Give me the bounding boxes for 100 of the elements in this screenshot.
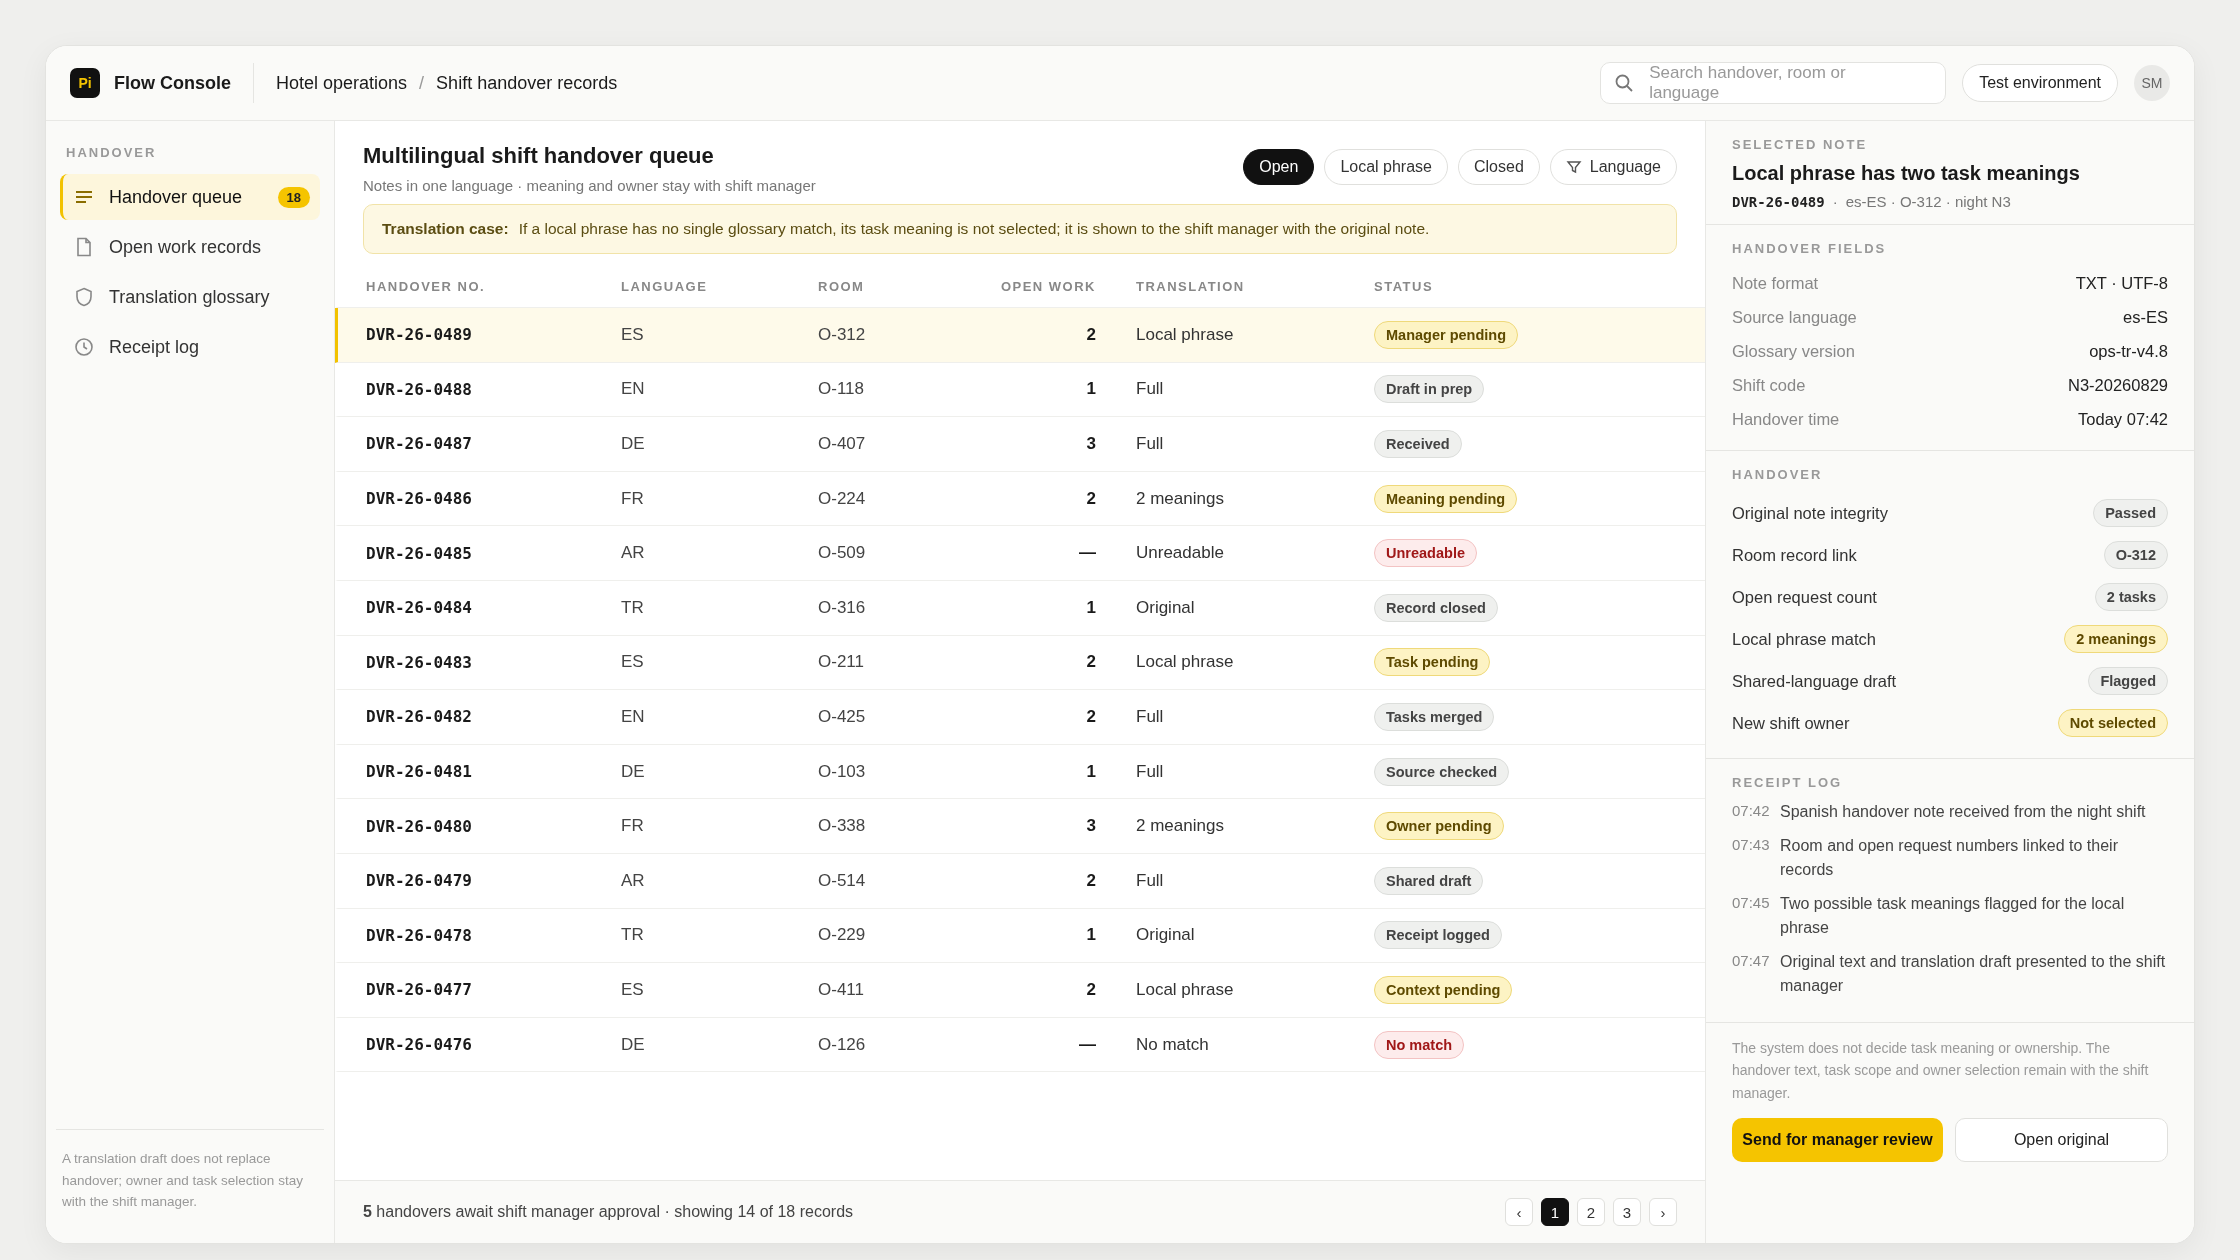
table-cell-text: 1	[1085, 379, 1097, 400]
log-text: Spanish handover note received from the night shift	[1780, 802, 2146, 822]
table-cell-text: DVR-26-0478	[366, 925, 473, 945]
section-heading: RECEIPT LOG	[1732, 775, 1844, 790]
table-row[interactable]: DVR-26-0487 DE O-407 3 Full Received	[335, 417, 1705, 472]
filter-chip[interactable]: Open	[1243, 149, 1315, 185]
filter-chip[interactable]: Closed	[1458, 149, 1540, 185]
previous-page-button[interactable]: ‹	[1505, 1198, 1533, 1226]
field-label: Source language	[1732, 307, 1857, 327]
table-cell-text: DVR-26-0485	[366, 543, 473, 563]
check-label: Local phrase match	[1732, 629, 1876, 649]
log-time: 07:47	[1732, 951, 1770, 971]
table-cell-text: DVR-26-0483	[366, 652, 473, 672]
table-row[interactable]: DVR-26-0485 AR O-509 — Unreadable Unreadable	[335, 526, 1705, 581]
send-review-button[interactable]: Send for manager review	[1732, 1118, 1943, 1163]
table-row[interactable]: DVR-26-0482 EN O-425 2 Full Tasks merged	[335, 690, 1705, 745]
table-row[interactable]: DVR-26-0478 TR O-229 1 Original Receipt logged	[335, 908, 1705, 964]
search-field[interactable]: Search handover, room or language	[1600, 62, 1947, 104]
table-cell-text: TR	[621, 925, 645, 946]
table-cell-text: O-229	[818, 925, 867, 946]
table-cell-text: 1	[1085, 925, 1097, 946]
table-row[interactable]: DVR-26-0476 DE O-126 — No match No match	[335, 1017, 1705, 1073]
filter-chip[interactable]: Language	[1549, 149, 1677, 185]
table-cell-text: No match	[1136, 1034, 1210, 1055]
sidebar-item[interactable]: Open work records	[60, 224, 320, 270]
table-cell-text: ES	[621, 652, 645, 673]
breadcrumb-item[interactable]: Shift handover records	[436, 72, 618, 94]
table-cell-text: O-103	[818, 761, 867, 782]
field-label: Handover time	[1732, 409, 1840, 429]
next-page-button[interactable]: ›	[1649, 1198, 1677, 1226]
notice-label: Translation case:	[382, 220, 509, 238]
check-pill: O-312	[2103, 541, 2168, 569]
status-pill: Receipt logged	[1374, 921, 1502, 950]
table-row[interactable]: DVR-26-0483 ES O-211 2 Local phrase Task pending	[335, 635, 1705, 691]
status-pill: Unreadable	[1374, 539, 1477, 568]
table-cell-text: Full	[1136, 434, 1165, 454]
user-avatar[interactable]: SM	[2134, 65, 2170, 101]
table-row[interactable]: DVR-26-0481 DE O-103 1 Full Source checked	[335, 744, 1705, 800]
table-row[interactable]: DVR-26-0484 TR O-316 1 Original Record closed	[335, 580, 1705, 636]
table-row[interactable]: DVR-26-0477 ES O-411 2 Local phrase Context pending	[335, 963, 1705, 1018]
table-cell-text: 2 meanings	[1136, 488, 1225, 509]
table-cell-text: EN	[621, 379, 646, 400]
sidebar-item[interactable]: Receipt log	[60, 324, 320, 370]
status-pill: Owner pending	[1374, 812, 1504, 841]
table-cell-text: 1	[1085, 761, 1097, 782]
check-pill: Flagged	[2088, 667, 2168, 695]
open-original-button[interactable]: Open original	[1955, 1118, 2168, 1163]
log-text: Two possible task meanings flagged for the local phrase	[1780, 894, 2126, 938]
table-cell-text: O-126	[818, 1034, 867, 1055]
status-pill: Manager pending	[1374, 320, 1519, 349]
table-cell-text: 3	[1085, 816, 1097, 837]
table-row[interactable]: DVR-26-0480 FR O-338 3 2 meanings Owner pending	[335, 799, 1705, 854]
table-cell-text: DVR-26-0476	[366, 1035, 473, 1054]
field-value: Today 07:42	[2078, 409, 2168, 429]
table-row[interactable]: DVR-26-0489 ES O-312 2 Local phrase Manager pending	[335, 308, 1705, 363]
page-button[interactable]: 3	[1613, 1198, 1641, 1226]
sidebar-note: A translation draft does not replace handover; owner and task selection stay with the shift manager.	[56, 1129, 324, 1243]
table-cell-text: 3	[1085, 434, 1097, 454]
note-id: DVR-26-0489	[1732, 193, 1825, 210]
table-row[interactable]: DVR-26-0488 EN O-118 1 Full Draft in prep	[335, 362, 1705, 418]
table-row[interactable]: DVR-26-0486 FR O-224 2 2 meanings Meaning pending	[335, 471, 1705, 527]
field-label: Note format	[1732, 273, 1819, 293]
field-value: TXT · UTF-8	[2075, 273, 2168, 293]
page-button[interactable]: 1	[1541, 1198, 1569, 1226]
table-cell-text: DVR-26-0481	[366, 762, 473, 782]
notice-text: If a local phrase has no single glossary match, its task meaning is not selected; it is shown to the shift manager with the original note.	[518, 220, 1430, 238]
table-cell-text: O-312	[818, 324, 867, 345]
table-cell-text: DVR-26-0480	[366, 816, 473, 836]
status-pill: Task pending	[1374, 648, 1491, 677]
breadcrumb-item[interactable]: Hotel operations	[276, 72, 408, 94]
check-pill: 2 meanings	[2064, 625, 2168, 653]
environment-button[interactable]: Test environment	[1962, 64, 2118, 102]
log-text: Original text and translation draft presented to the shift manager	[1780, 952, 2167, 996]
filter-chip[interactable]: Local phrase	[1324, 149, 1448, 185]
table-cell-text: O-509	[818, 543, 867, 564]
summary-text: 5 handovers await shift manager approval · showing 14 of 18 records	[363, 1203, 854, 1221]
sidebar-item[interactable]: Translation glossary	[60, 274, 320, 320]
filter-icon	[1565, 159, 1582, 175]
table-cell-text: Local phrase	[1136, 979, 1235, 1000]
table-cell-text: EN	[621, 706, 646, 727]
table-cell-text: O-118	[818, 379, 865, 400]
table-cell-text: FR	[621, 816, 645, 837]
breadcrumb-separator: /	[419, 72, 425, 94]
column-header: TRANSLATION	[1136, 279, 1246, 294]
table-cell-text: Local phrase	[1136, 324, 1235, 345]
note-title: Local phrase has two task meanings	[1732, 162, 2081, 185]
table-cell-text: DVR-26-0488	[366, 379, 473, 399]
page-button[interactable]: 2	[1577, 1198, 1605, 1226]
table-cell-text: O-425	[818, 706, 867, 727]
table-cell-text: ES	[621, 324, 645, 345]
table-cell-text: DVR-26-0482	[366, 707, 473, 727]
table-cell-text: —	[1078, 1034, 1097, 1055]
note-meta: es-ES · O-312 · night N3	[1845, 193, 2011, 210]
table-cell-text: ES	[621, 979, 645, 1000]
section-heading: SELECTED NOTE	[1732, 137, 1869, 152]
table-row[interactable]: DVR-26-0479 AR O-514 2 Full Shared draft	[335, 853, 1705, 909]
table-cell-text: —	[1078, 543, 1097, 564]
log-time: 07:45	[1732, 893, 1770, 913]
check-label: Original note integrity	[1732, 503, 1888, 523]
sidebar-item[interactable]: Handover queue 18	[60, 174, 320, 220]
